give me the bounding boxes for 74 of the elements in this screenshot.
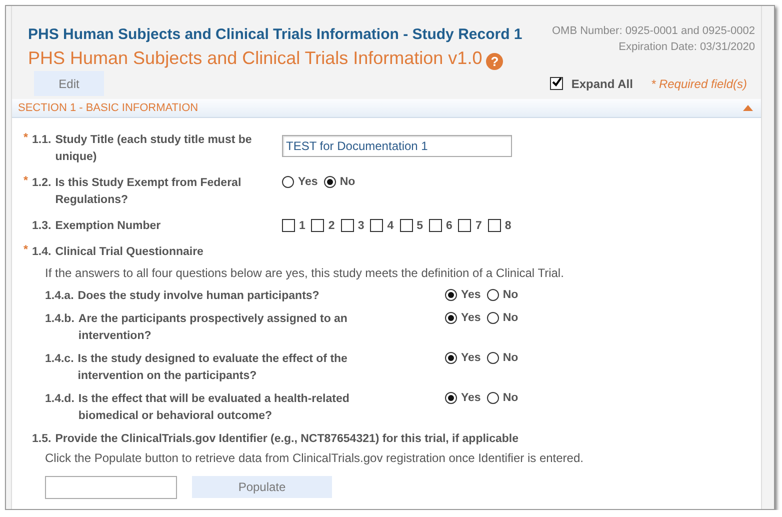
field-number: 1.5. xyxy=(32,432,52,447)
option-label: Expand All xyxy=(571,76,633,90)
field-number: 1.2. xyxy=(32,176,52,191)
help-icon[interactable]: ? xyxy=(486,53,504,70)
field-number: 1.4. xyxy=(32,245,52,260)
field-label: Provide the ClinicalTrials.gov Identifier (e.g., NCT87654321) for this trial, if applicable xyxy=(55,432,520,447)
checkbox[interactable] xyxy=(488,219,501,232)
field-label: Clinical Trial Questionnaire xyxy=(55,245,204,260)
option-label: 2 xyxy=(328,220,335,232)
option-label: 5 xyxy=(416,220,424,232)
radio-button[interactable] xyxy=(445,289,457,301)
option-label: 6 xyxy=(446,220,452,232)
radio-button[interactable] xyxy=(486,289,499,301)
collapse-icon[interactable] xyxy=(743,105,753,111)
section-title: SECTION 1 - BASIC INFORMATION xyxy=(18,102,198,114)
required-mark: * xyxy=(22,132,29,146)
section-header[interactable]: SECTION 1 - BASIC INFORMATION xyxy=(12,99,761,118)
radio-button[interactable] xyxy=(486,312,499,324)
checkbox[interactable] xyxy=(550,77,564,90)
option-label: No xyxy=(502,392,518,404)
option-label: Yes xyxy=(461,352,481,364)
checkbox[interactable] xyxy=(340,219,354,232)
field-number: 1.4.c. xyxy=(45,352,74,367)
radio-button[interactable] xyxy=(324,176,336,188)
radio-button[interactable] xyxy=(282,176,294,188)
option-label: Yes xyxy=(461,312,481,324)
option-label: No xyxy=(502,312,518,324)
option-label: 4 xyxy=(387,220,394,232)
checkbox[interactable] xyxy=(458,219,472,232)
option-label: 3 xyxy=(358,220,364,232)
radio-button[interactable] xyxy=(445,352,457,364)
radio-button[interactable] xyxy=(486,352,499,364)
option-label: Yes xyxy=(461,289,481,301)
field-number: 1.3. xyxy=(32,219,52,234)
checkbox[interactable] xyxy=(282,219,295,232)
checkbox[interactable] xyxy=(311,219,324,232)
field-label: Is the study designed to evaluate the effect of the intervention on the participants? xyxy=(78,352,348,384)
help-text: Click the Populate button to retrieve data from ClinicalTrials.gov registration once Identifier is entered. xyxy=(44,450,584,467)
option-label: 8 xyxy=(504,220,512,232)
expiration-date: Expiration Date: 03/31/2020 xyxy=(618,40,755,55)
field-label: Is this Study Exempt from Federal Regulations? xyxy=(55,176,242,208)
radio-button[interactable] xyxy=(445,312,457,324)
field-number: 1.4.a. xyxy=(45,289,74,304)
option-label: Yes xyxy=(461,392,481,404)
required-mark: * xyxy=(22,175,29,189)
edit-button[interactable]: Edit xyxy=(34,71,104,96)
study-title-field[interactable]: TEST for Documentation 1 xyxy=(282,134,512,156)
form-title: PHS Human Subjects and Clinical Trials Information - Study Record 1 xyxy=(28,26,522,43)
checkbox[interactable] xyxy=(400,219,413,232)
checkbox[interactable] xyxy=(370,219,384,232)
option-label: 7 xyxy=(475,220,482,232)
field-label: Is the effect that will be evaluated a health-related biomedical or behavioral outcome? xyxy=(78,392,350,424)
omb-number: OMB Number: 0925-0001 and 0925-0002 xyxy=(552,24,755,39)
field-number: 1.4.b. xyxy=(45,312,74,327)
option-label: No xyxy=(340,176,356,188)
option-label: 1 xyxy=(299,220,306,232)
populate-button[interactable]: Populate xyxy=(192,476,332,498)
required-note: * Required field(s) xyxy=(650,76,747,90)
field-label: Does the study involve human participants? xyxy=(78,289,320,304)
field-label: Exemption Number xyxy=(55,219,162,234)
field-label: Study Title (each study title must be unique) xyxy=(55,133,253,165)
field-number: 1.1. xyxy=(32,133,52,148)
option-label: No xyxy=(502,352,518,364)
radio-button[interactable] xyxy=(486,392,499,404)
radio-button[interactable] xyxy=(445,392,457,404)
checkbox[interactable] xyxy=(429,219,442,232)
field-number: 1.4.d. xyxy=(45,392,74,407)
required-mark: * xyxy=(22,244,29,258)
help-text: If the answers to all four questions below are yes, this study meets the definition of a Clinical Trial. xyxy=(44,265,565,282)
option-label: No xyxy=(502,289,518,301)
option-label: Yes xyxy=(298,176,318,188)
form-subtitle: PHS Human Subjects and Clinical Trials Information v1.0 xyxy=(28,48,482,69)
field-label: Are the participants prospectively assigned to an intervention? xyxy=(78,312,348,344)
identifier-field[interactable] xyxy=(45,476,177,499)
